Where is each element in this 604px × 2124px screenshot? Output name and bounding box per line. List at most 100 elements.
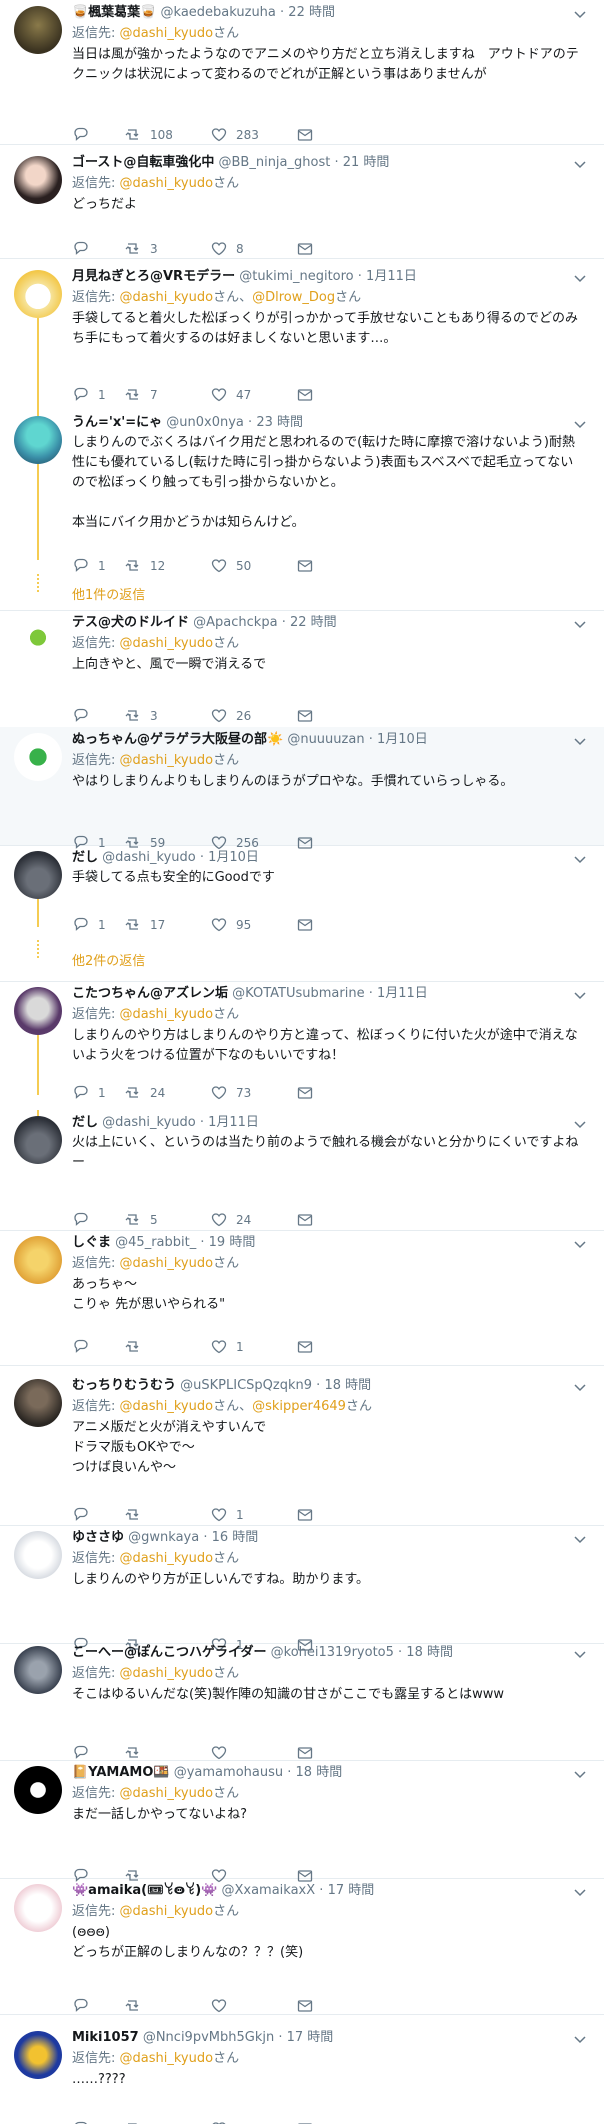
chevron-down-icon[interactable] xyxy=(574,1238,586,1252)
retweet-button[interactable]: 3 xyxy=(124,707,210,725)
retweet-button[interactable] xyxy=(124,1506,210,1524)
timestamp[interactable]: 17 時間 xyxy=(287,2030,334,2045)
retweet-button[interactable]: 5 xyxy=(124,1211,210,1229)
user-handle[interactable]: @uSKPLICSpQzqkn9 xyxy=(180,1378,312,1393)
mention-link[interactable]: @dashi_kyudo xyxy=(120,1904,214,1919)
chevron-down-icon[interactable] xyxy=(574,1533,586,1547)
direct-message-button[interactable] xyxy=(296,707,358,725)
user-handle[interactable]: @kaedebakuzuha xyxy=(161,5,276,20)
tweet[interactable]: 🥃楓葉葛葉🥃 @kaedebakuzuha · 22 時間 返信先: @dashi… xyxy=(0,0,604,150)
mention-link[interactable]: @dashi_kyudo xyxy=(120,1399,214,1414)
user-handle[interactable]: @gwnkaya xyxy=(128,1530,199,1545)
like-button[interactable]: 95 xyxy=(210,916,296,934)
timestamp[interactable]: 1月11日 xyxy=(208,1115,259,1130)
chevron-down-icon[interactable] xyxy=(574,1118,586,1132)
retweet-button[interactable]: 3 xyxy=(124,240,210,258)
avatar[interactable] xyxy=(14,1379,62,1427)
tweet[interactable]: 👾amaika(🎟ꒀꙫꒀ)👾 @XxamaikaxX · 17 時間 返信先: @… xyxy=(0,1878,604,2013)
display-name[interactable]: ゴースト@自転車強化中 xyxy=(72,155,214,170)
user-handle[interactable]: @tukimi_negitoro xyxy=(239,269,353,284)
avatar[interactable] xyxy=(14,1236,62,1284)
mention-link[interactable]: @dashi_kyudo xyxy=(120,1007,214,1022)
mention-link[interactable]: @Dlrow_Dog xyxy=(252,290,335,305)
avatar[interactable] xyxy=(14,733,62,781)
user-handle[interactable]: @dashi_kyudo xyxy=(102,850,196,865)
reply-button[interactable] xyxy=(72,240,124,258)
mention-link[interactable]: @dashi_kyudo xyxy=(120,1786,214,1801)
tweet[interactable]: むっちりむうむう @uSKPLICSpQzqkn9 · 18 時間 返信先: @d… xyxy=(0,1373,604,1522)
direct-message-button[interactable] xyxy=(296,557,358,575)
like-button[interactable]: 24 xyxy=(210,1211,296,1229)
avatar[interactable] xyxy=(14,1766,62,1814)
timestamp[interactable]: 21 時間 xyxy=(343,155,390,170)
display-name[interactable]: 月見ねぎとろ@VRモデラー xyxy=(72,269,235,284)
timestamp[interactable]: 19 時間 xyxy=(209,1235,256,1250)
like-button[interactable]: 1 xyxy=(210,1338,296,1356)
chevron-down-icon[interactable] xyxy=(574,272,586,286)
mention-link[interactable]: @dashi_kyudo xyxy=(120,2051,214,2066)
reply-button[interactable] xyxy=(72,2120,124,2124)
tweet[interactable]: こたつちゃん@アズレン垢 @KOTATUsubmarine · 1月11日 返信先… xyxy=(0,981,604,1100)
direct-message-button[interactable] xyxy=(296,916,358,934)
display-name[interactable]: こーへー@ぽんこつハゲライダー xyxy=(72,1645,266,1660)
display-name[interactable]: だし xyxy=(72,850,98,865)
reply-button[interactable] xyxy=(72,126,124,144)
tweet[interactable]: 月見ねぎとろ@VRモデラー @tukimi_negitoro · 1月11日 返信… xyxy=(0,264,604,410)
mention-link[interactable]: @dashi_kyudo xyxy=(120,290,214,305)
mention-link[interactable]: @dashi_kyudo xyxy=(120,176,214,191)
timestamp[interactable]: 22 時間 xyxy=(288,5,335,20)
reply-button[interactable]: 1 xyxy=(72,386,124,404)
avatar[interactable] xyxy=(14,1531,62,1579)
timestamp[interactable]: 17 時間 xyxy=(328,1883,375,1898)
direct-message-button[interactable] xyxy=(296,1084,358,1102)
direct-message-button[interactable] xyxy=(296,240,358,258)
user-handle[interactable]: @Apachckpa xyxy=(193,615,277,630)
user-handle[interactable]: @Nnci9pvMbh5Gkjn xyxy=(143,2030,274,2045)
display-name[interactable]: 👾amaika(🎟ꒀꙫꒀ)👾 xyxy=(72,1883,217,1898)
reply-button[interactable]: 1 xyxy=(72,1084,124,1102)
avatar[interactable] xyxy=(14,851,62,899)
timestamp[interactable]: 16 時間 xyxy=(212,1530,259,1545)
chevron-down-icon[interactable] xyxy=(574,158,586,172)
tweet[interactable]: だし @dashi_kyudo · 1月10日 手袋してる点も安全的にGoodです… xyxy=(0,845,604,932)
avatar[interactable] xyxy=(14,1646,62,1694)
reply-button[interactable] xyxy=(72,1338,124,1356)
reply-button[interactable] xyxy=(72,1997,124,2015)
timestamp[interactable]: 1月11日 xyxy=(377,986,428,1001)
tweet[interactable]: ゴースト@自転車強化中 @BB_ninja_ghost · 21 時間 返信先: … xyxy=(0,150,604,264)
timestamp[interactable]: 22 時間 xyxy=(290,615,337,630)
tweet[interactable]: ぬっちゃん@ゲラゲラ大阪昼の部☀️ @nuuuuzan · 1月10日 返信先: … xyxy=(0,727,604,850)
display-name[interactable]: だし xyxy=(72,1115,98,1130)
like-button[interactable] xyxy=(210,2120,296,2124)
mention-link[interactable]: @dashi_kyudo xyxy=(120,1666,214,1681)
user-handle[interactable]: @BB_ninja_ghost xyxy=(219,155,331,170)
like-button[interactable]: 73 xyxy=(210,1084,296,1102)
tweet[interactable]: テス@犬のドルイド @Apachckpa · 22 時間 返信先: @dashi_… xyxy=(0,610,604,727)
display-name[interactable]: こたつちゃん@アズレン垢 xyxy=(72,986,228,1001)
timestamp[interactable]: 1月10日 xyxy=(208,850,259,865)
like-button[interactable]: 50 xyxy=(210,557,296,575)
timestamp[interactable]: 18 時間 xyxy=(406,1645,453,1660)
chevron-down-icon[interactable] xyxy=(574,2033,586,2047)
timestamp[interactable]: 18 時間 xyxy=(296,1765,343,1780)
user-handle[interactable]: @nuuuuzan xyxy=(287,732,364,747)
display-name[interactable]: 🥃楓葉葛葉🥃 xyxy=(72,5,156,20)
avatar[interactable] xyxy=(14,270,62,318)
direct-message-button[interactable] xyxy=(296,2120,358,2124)
timestamp[interactable]: 18 時間 xyxy=(324,1378,371,1393)
mention-link[interactable]: @dashi_kyudo xyxy=(120,1551,214,1566)
user-handle[interactable]: @yamamohausu xyxy=(174,1765,283,1780)
mention-link[interactable]: @dashi_kyudo xyxy=(120,26,214,41)
display-name[interactable]: Miki1057 xyxy=(72,2030,139,2045)
chevron-down-icon[interactable] xyxy=(574,1381,586,1395)
tweet[interactable]: ゆささゆ @gwnkaya · 16 時間 返信先: @dashi_kyudoさん… xyxy=(0,1525,604,1652)
timestamp[interactable]: 1月10日 xyxy=(377,732,428,747)
reply-button[interactable] xyxy=(72,1506,124,1524)
avatar[interactable] xyxy=(14,156,62,204)
direct-message-button[interactable] xyxy=(296,386,358,404)
show-more-replies-link[interactable]: 他2件の返信 xyxy=(72,950,145,969)
retweet-button[interactable] xyxy=(124,1997,210,2015)
user-handle[interactable]: @45_rabbit_ xyxy=(115,1235,196,1250)
direct-message-button[interactable] xyxy=(296,1211,358,1229)
tweet[interactable]: だし @dashi_kyudo · 1月11日 火は上にいく、というのは当たり前の… xyxy=(0,1110,604,1227)
